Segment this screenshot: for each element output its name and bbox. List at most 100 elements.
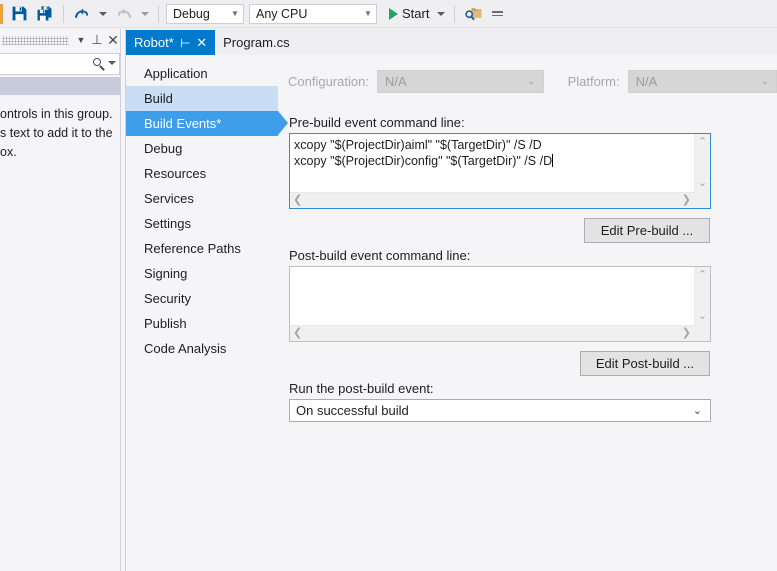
nav-item-label: Resources — [144, 166, 207, 181]
nav-item-services[interactable]: Services — [126, 186, 278, 211]
start-dropdown-icon[interactable] — [433, 2, 449, 26]
configuration-combo: N/A ⌄ — [376, 69, 544, 93]
toolbar-overflow-icon[interactable] — [492, 11, 504, 16]
postbuild-label: Post-build event command line: — [289, 248, 471, 263]
chevron-down-icon: ⌄ — [692, 405, 702, 417]
edit-postbuild-button[interactable]: Edit Post-build ... — [580, 351, 710, 376]
build-events-panel: Configuration: N/A ⌄ Platform: N/A ⌄ Pre… — [288, 55, 777, 571]
undo-icon[interactable] — [69, 2, 95, 26]
undo-dropdown-icon[interactable] — [95, 2, 111, 26]
postbuild-vertical-scrollbar[interactable]: ⌃ ⌄ — [694, 267, 710, 325]
nav-item-label: Debug — [144, 141, 183, 156]
solution-platform-value: Any CPU — [256, 6, 308, 21]
configuration-label: Configuration: — [288, 73, 369, 89]
chevron-down-icon[interactable]: ▼ — [73, 31, 89, 49]
platform-value: N/A — [635, 73, 658, 89]
chevron-down-icon[interactable] — [108, 61, 116, 65]
toolbox-empty-message: ontrols in this group. s text to add it … — [0, 95, 121, 162]
scroll-down-icon[interactable]: ⌄ — [698, 175, 707, 192]
nav-item-label: Application — [144, 66, 208, 81]
nav-item-publish[interactable]: Publish — [126, 311, 278, 336]
properties-nav-list: Application Build Build Events* Debug Re… — [126, 61, 288, 361]
project-properties-page: Application Build Build Events* Debug Re… — [126, 55, 777, 571]
run-postbuild-label: Run the post-build event: — [289, 381, 434, 396]
nav-item-reference-paths[interactable]: Reference Paths — [126, 236, 278, 261]
toolbox-message-line: s text to add it to the — [0, 126, 113, 140]
save-icon[interactable] — [7, 2, 32, 26]
nav-item-label: Build Events* — [144, 116, 222, 131]
nav-item-application[interactable]: Application — [126, 61, 278, 86]
tab-program-cs[interactable]: Program.cs — [215, 30, 297, 55]
start-debug-button[interactable]: Start — [385, 3, 433, 25]
chevron-down-icon: ⌄ — [527, 75, 536, 87]
run-postbuild-value: On successful build — [296, 403, 409, 418]
edit-prebuild-label: Edit Pre-build ... — [600, 223, 694, 238]
nav-item-build[interactable]: Build — [126, 86, 278, 111]
toolbar-separator — [454, 4, 456, 23]
postbuild-command-textarea[interactable]: ⌃ ⌄ ❮ ❯ — [289, 266, 711, 342]
find-in-files-icon[interactable] — [460, 2, 487, 26]
scroll-right-icon[interactable]: ❯ — [682, 195, 691, 206]
pin-icon[interactable]: ⊥ — [178, 37, 192, 47]
nav-item-label: Publish — [144, 316, 187, 331]
prebuild-horizontal-scrollbar[interactable]: ❮ ❯ — [290, 192, 694, 208]
configuration-value: N/A — [384, 73, 407, 89]
close-icon[interactable]: ✕ — [105, 31, 121, 49]
prebuild-command-textarea[interactable]: xcopy "$(ProjectDir)aiml" "$(TargetDir)"… — [289, 133, 711, 209]
close-icon[interactable]: ✕ — [196, 36, 207, 49]
toolbox-search-input[interactable] — [0, 53, 120, 75]
scroll-up-icon[interactable]: ⌃ — [698, 267, 707, 284]
scroll-left-icon[interactable]: ❮ — [293, 328, 302, 339]
save-all-icon[interactable] — [32, 2, 58, 26]
scroll-up-icon[interactable]: ⌃ — [698, 134, 707, 151]
solution-platform-combo[interactable]: Any CPU ▼ — [249, 3, 377, 24]
drag-handle[interactable] — [2, 35, 69, 45]
nav-item-build-events[interactable]: Build Events* — [126, 111, 288, 136]
nav-item-resources[interactable]: Resources — [126, 161, 278, 186]
tab-robot[interactable]: Robot* ⊥ ✕ — [126, 30, 216, 55]
scroll-right-icon[interactable]: ❯ — [682, 328, 691, 339]
platform-combo: N/A ⌄ — [627, 69, 777, 93]
selection-arrow-icon — [278, 111, 288, 135]
nav-item-label: Reference Paths — [144, 241, 241, 256]
tab-label: Program.cs — [223, 35, 290, 50]
postbuild-horizontal-scrollbar[interactable]: ❮ ❯ — [290, 325, 694, 341]
nav-item-label: Security — [144, 291, 191, 306]
chevron-down-icon: ⌄ — [760, 75, 769, 87]
nav-item-label: Settings — [144, 216, 191, 231]
text-caret — [552, 154, 554, 167]
prebuild-command-text: xcopy "$(ProjectDir)aiml" "$(TargetDir)"… — [294, 137, 692, 169]
nav-item-label: Code Analysis — [144, 341, 227, 356]
scroll-down-icon[interactable]: ⌄ — [698, 308, 707, 325]
pin-icon[interactable]: ⊥ — [89, 31, 105, 49]
prebuild-vertical-scrollbar[interactable]: ⌃ ⌄ — [694, 134, 710, 192]
chevron-down-icon: ▼ — [231, 8, 239, 18]
edit-postbuild-label: Edit Post-build ... — [595, 356, 695, 371]
prebuild-line-2: xcopy "$(ProjectDir)config" "$(TargetDir… — [294, 154, 553, 168]
scroll-left-icon[interactable]: ❮ — [293, 195, 302, 206]
redo-dropdown-icon — [137, 2, 153, 26]
run-postbuild-combo[interactable]: On successful build ⌄ — [289, 399, 711, 422]
solution-configuration-combo[interactable]: Debug ▼ — [166, 3, 244, 24]
visual-studio-window: Debug ▼ Any CPU ▼ Start ▼ ⊥ ✕ ontrols in… — [0, 0, 777, 571]
edit-prebuild-button[interactable]: Edit Pre-build ... — [584, 218, 710, 243]
nav-item-security[interactable]: Security — [126, 286, 278, 311]
toolbox-pane: ▼ ⊥ ✕ ontrols in this group. s text to a… — [0, 29, 121, 571]
nav-item-signing[interactable]: Signing — [126, 261, 278, 286]
toolbar-accent-bar — [0, 3, 3, 24]
toolbox-selected-group[interactable] — [0, 77, 121, 95]
toolbar-separator — [63, 4, 64, 23]
chevron-down-icon: ▼ — [364, 8, 372, 18]
solution-configuration-value: Debug — [173, 6, 210, 21]
toolbox-header: ▼ ⊥ ✕ — [0, 29, 121, 51]
toolbar-separator — [158, 4, 159, 23]
nav-item-label: Services — [144, 191, 194, 206]
main-toolbar: Debug ▼ Any CPU ▼ Start — [0, 0, 777, 28]
toolbox-message-line: ox. — [0, 145, 17, 159]
platform-label: Platform: — [567, 73, 620, 89]
play-icon — [389, 7, 398, 20]
nav-item-debug[interactable]: Debug — [126, 136, 278, 161]
nav-item-settings[interactable]: Settings — [126, 211, 278, 236]
nav-item-code-analysis[interactable]: Code Analysis — [126, 336, 278, 361]
document-tab-strip: Robot* ⊥ ✕ Program.cs — [126, 30, 777, 55]
